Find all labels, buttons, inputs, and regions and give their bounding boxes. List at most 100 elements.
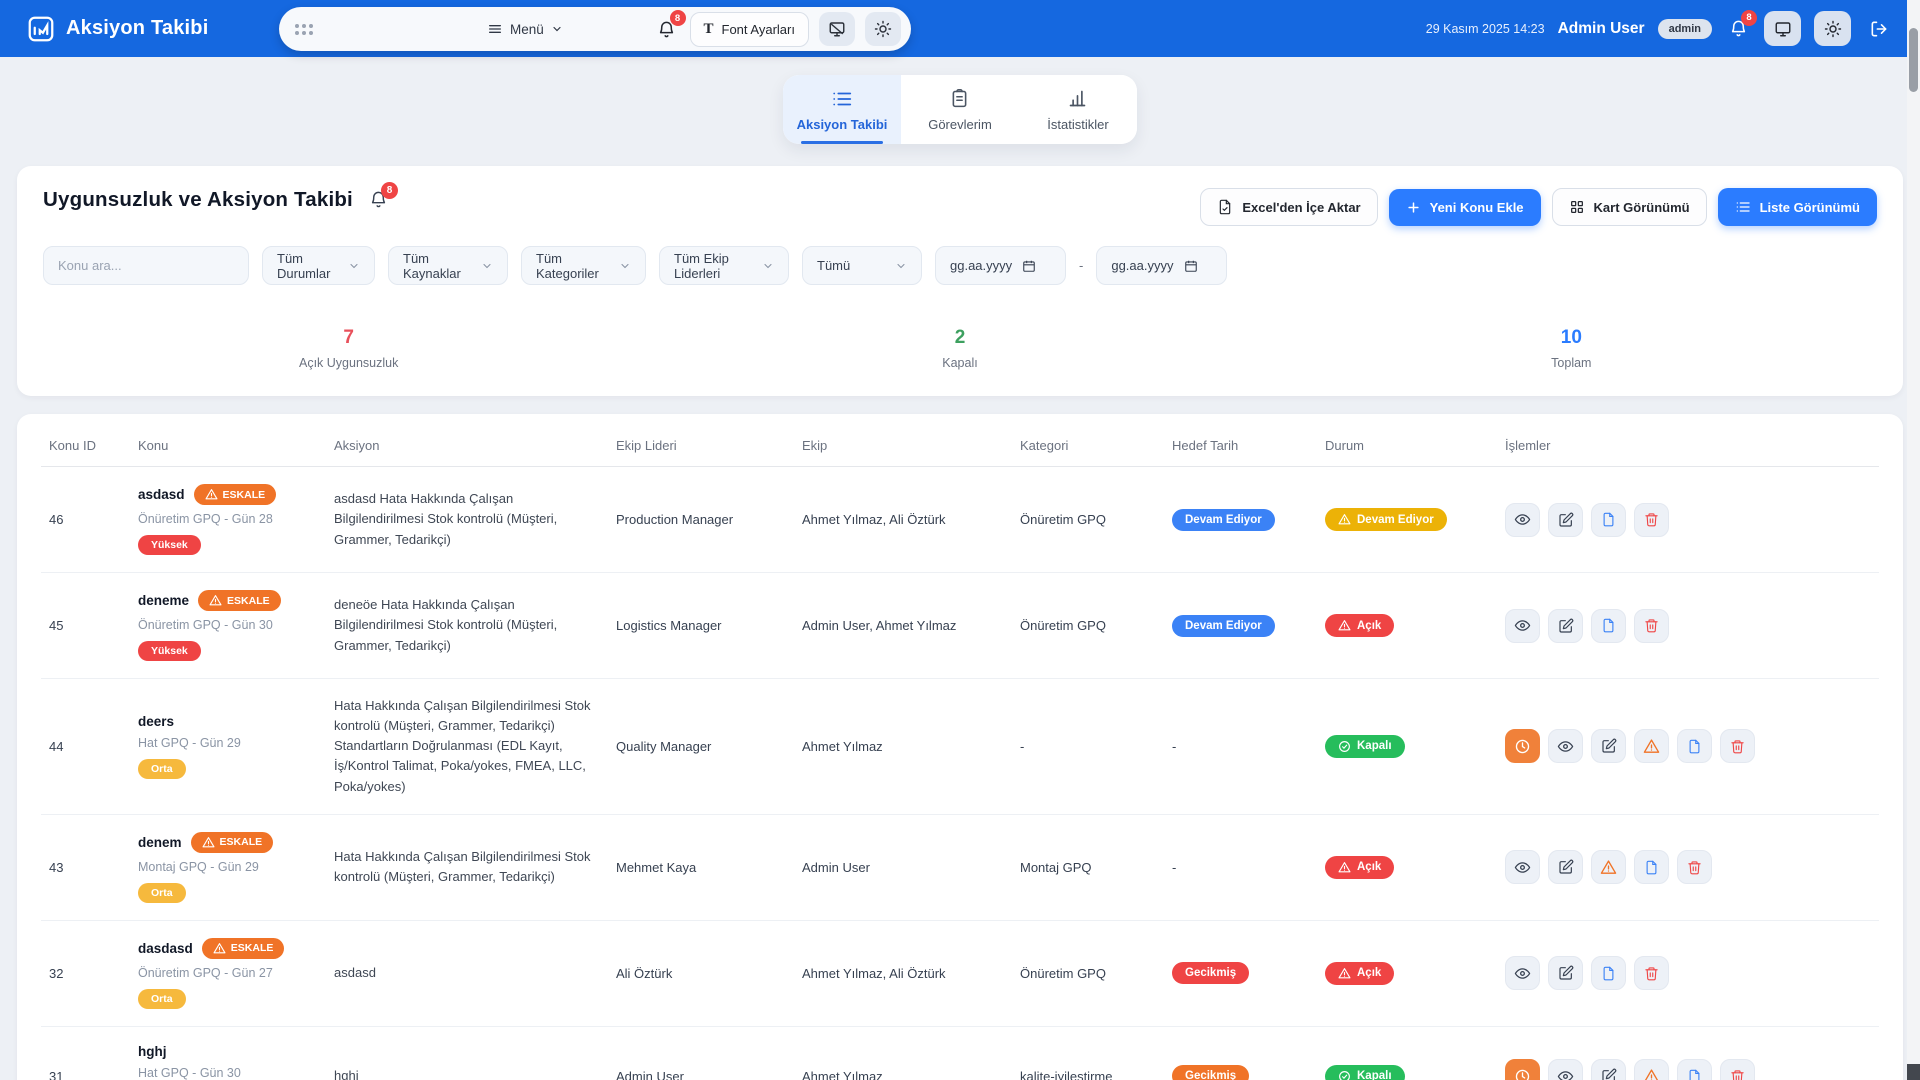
presentation-off-button[interactable] bbox=[819, 12, 855, 46]
source-filter[interactable]: Tüm Kaynaklar bbox=[388, 246, 508, 285]
warning-icon bbox=[205, 488, 218, 501]
category-filter[interactable]: Tüm Kategoriler bbox=[521, 246, 646, 285]
page-scrollbar[interactable] bbox=[1907, 0, 1920, 1080]
escalate-button[interactable] bbox=[1634, 729, 1669, 763]
delete-button[interactable] bbox=[1720, 1059, 1755, 1080]
end-date-input[interactable]: gg.aa.yyyy bbox=[1096, 246, 1227, 285]
warning-icon bbox=[1338, 861, 1351, 874]
tab-label: Aksiyon Takibi bbox=[797, 117, 888, 132]
display-mode-button[interactable] bbox=[1764, 11, 1801, 46]
tab-i̇statistikler[interactable]: İstatistikler bbox=[1019, 75, 1137, 144]
edit-button[interactable] bbox=[1548, 850, 1583, 884]
edit-button[interactable] bbox=[1548, 503, 1583, 537]
check-icon bbox=[1338, 740, 1351, 753]
list-view-button[interactable]: Liste Görünümü bbox=[1718, 188, 1877, 226]
chevron-down-icon bbox=[762, 260, 774, 272]
report-button[interactable] bbox=[1634, 850, 1669, 884]
column-header: Aksiyon bbox=[326, 422, 608, 467]
team-leader-filter[interactable]: Tüm Ekip Liderleri bbox=[659, 246, 789, 285]
status-label: Kapalı bbox=[1357, 740, 1392, 752]
new-topic-button[interactable]: Yeni Konu Ekle bbox=[1389, 189, 1541, 226]
row-aksiyon: asdasd Hata Hakkında Çalışan Bilgilendir… bbox=[326, 467, 608, 573]
theme-toggle-button[interactable] bbox=[1814, 11, 1851, 46]
notifications-button[interactable]: 8 bbox=[654, 16, 680, 42]
table-row: 43denemESKALEMontaj GPQ - Gün 29OrtaHata… bbox=[41, 814, 1879, 920]
delete-button[interactable] bbox=[1634, 503, 1669, 537]
view-button[interactable] bbox=[1548, 729, 1583, 763]
all-filter[interactable]: Tümü bbox=[802, 246, 922, 285]
tab-görevlerim[interactable]: Görevlerim bbox=[901, 75, 1019, 144]
row-team-leader: Mehmet Kaya bbox=[608, 814, 794, 920]
report-button[interactable] bbox=[1677, 729, 1712, 763]
konu-subtitle: Montaj GPQ - Gün 29 bbox=[138, 860, 318, 874]
hamburger-icon bbox=[487, 21, 503, 37]
delete-button[interactable] bbox=[1634, 609, 1669, 643]
eye-icon bbox=[1557, 738, 1574, 755]
drag-handle[interactable] bbox=[295, 24, 313, 35]
view-button[interactable] bbox=[1505, 956, 1540, 990]
konu-title: denem bbox=[138, 835, 182, 850]
eye-icon bbox=[1514, 511, 1531, 528]
start-date-input[interactable]: gg.aa.yyyy bbox=[935, 246, 1066, 285]
extend-deadline-button[interactable] bbox=[1505, 729, 1540, 763]
card-view-button[interactable]: Kart Görünümü bbox=[1552, 188, 1707, 226]
theme-toggle-button[interactable] bbox=[865, 12, 901, 46]
report-button[interactable] bbox=[1677, 1059, 1712, 1080]
view-button[interactable] bbox=[1505, 850, 1540, 884]
column-header: İşlemler bbox=[1497, 422, 1879, 467]
page-notifications-button[interactable]: 8 bbox=[369, 190, 388, 214]
row-actions bbox=[1497, 467, 1879, 573]
row-team-leader: Quality Manager bbox=[608, 679, 794, 815]
excel-import-button[interactable]: Excel'den İçe Aktar bbox=[1200, 188, 1377, 226]
trash-icon bbox=[1687, 860, 1702, 875]
report-button[interactable] bbox=[1591, 609, 1626, 643]
tab-aksiyon-takibi[interactable]: Aksiyon Takibi bbox=[783, 75, 901, 144]
row-aksiyon: Hata Hakkında Çalışan Bilgilendirilmesi … bbox=[326, 814, 608, 920]
target-date-badge: Gecikmiş bbox=[1172, 1065, 1249, 1080]
delete-button[interactable] bbox=[1677, 850, 1712, 884]
row-konu-cell: dasdasdESKALEÖnüretim GPQ - Gün 27Orta bbox=[130, 920, 326, 1026]
category-filter-value: Tüm Kategoriler bbox=[536, 251, 619, 281]
warning-icon bbox=[1338, 513, 1351, 526]
aksiyon-text: hghj bbox=[334, 1066, 600, 1080]
navbar-notifications-button[interactable]: 8 bbox=[1725, 16, 1751, 42]
row-target-date: Devam Ediyor bbox=[1164, 467, 1317, 573]
status-filter[interactable]: Tüm Durumlar bbox=[262, 246, 375, 285]
trash-icon bbox=[1644, 618, 1659, 633]
report-button[interactable] bbox=[1591, 503, 1626, 537]
edit-button[interactable] bbox=[1548, 609, 1583, 643]
menu-dropdown[interactable]: Menü bbox=[487, 21, 563, 37]
search-input[interactable] bbox=[43, 246, 249, 285]
konu-subtitle: Önüretim GPQ - Gün 27 bbox=[138, 966, 318, 980]
report-button[interactable] bbox=[1591, 956, 1626, 990]
status-filter-value: Tüm Durumlar bbox=[277, 251, 348, 281]
escalate-button[interactable] bbox=[1591, 850, 1626, 884]
row-category: kalite-iyilestirme bbox=[1012, 1026, 1164, 1080]
eskale-label: ESKALE bbox=[223, 489, 266, 501]
extend-deadline-button[interactable] bbox=[1505, 1059, 1540, 1080]
monitor-icon bbox=[1774, 20, 1792, 38]
start-date-value: gg.aa.yyyy bbox=[950, 258, 1012, 273]
edit-button[interactable] bbox=[1591, 729, 1626, 763]
font-settings-button[interactable]: T Font Ayarları bbox=[690, 12, 809, 47]
grid-icon bbox=[1569, 199, 1585, 215]
row-id: 32 bbox=[41, 920, 130, 1026]
aksiyon-text: asdasd bbox=[334, 963, 600, 983]
row-team: Ahmet Yılmaz bbox=[794, 1026, 1012, 1080]
stats-row: 7Açık Uygunsuzluk2Kapalı10Toplam bbox=[43, 327, 1877, 370]
escalate-button[interactable] bbox=[1634, 1059, 1669, 1080]
view-button[interactable] bbox=[1505, 609, 1540, 643]
clock-icon bbox=[1514, 1068, 1531, 1080]
view-button[interactable] bbox=[1505, 503, 1540, 537]
edit-button[interactable] bbox=[1548, 956, 1583, 990]
delete-button[interactable] bbox=[1634, 956, 1669, 990]
logout-button[interactable] bbox=[1864, 14, 1894, 44]
konu-subtitle: Hat GPQ - Gün 29 bbox=[138, 736, 318, 750]
delete-button[interactable] bbox=[1720, 729, 1755, 763]
tab-label: Görevlerim bbox=[928, 117, 992, 132]
warning-icon bbox=[209, 594, 222, 607]
edit-button[interactable] bbox=[1591, 1059, 1626, 1080]
scrollbar-thumb[interactable] bbox=[1909, 28, 1918, 92]
view-button[interactable] bbox=[1548, 1059, 1583, 1080]
logout-icon bbox=[1869, 19, 1889, 39]
